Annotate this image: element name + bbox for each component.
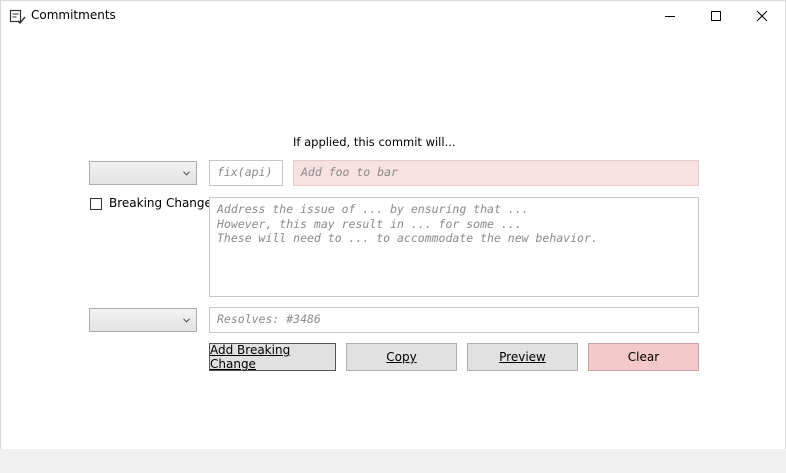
footer-input[interactable]: Resolves: #3486 [209, 307, 699, 333]
main-window: Commitments If applied, this commit will… [0, 0, 786, 449]
breaking-change-label[interactable]: Breaking Change [109, 196, 212, 210]
minimize-icon [665, 16, 675, 17]
add-breaking-change-button[interactable]: Add Breaking Change [209, 343, 336, 371]
body-input[interactable]: Address the issue of ... by ensuring tha… [209, 197, 699, 297]
commit-type-select[interactable] [89, 161, 197, 185]
close-icon [756, 10, 768, 22]
title-bar[interactable]: Commitments [1, 1, 785, 31]
clear-button[interactable]: Clear [588, 343, 699, 371]
close-button[interactable] [739, 1, 785, 31]
preview-button[interactable]: Preview [467, 343, 578, 371]
chevron-down-icon [183, 171, 190, 176]
window-title: Commitments [31, 8, 116, 22]
maximize-icon [711, 11, 721, 21]
breaking-change-checkbox[interactable] [90, 198, 102, 210]
form-heading: If applied, this commit will... [293, 135, 456, 149]
maximize-button[interactable] [693, 1, 739, 31]
footer-type-select[interactable] [89, 308, 197, 332]
summary-input[interactable]: Add foo to bar [293, 160, 699, 186]
minimize-button[interactable] [647, 1, 693, 31]
chevron-down-icon [183, 318, 190, 323]
scope-input[interactable]: fix(api) [209, 160, 283, 186]
copy-button[interactable]: Copy [346, 343, 457, 371]
app-icon [9, 8, 26, 25]
